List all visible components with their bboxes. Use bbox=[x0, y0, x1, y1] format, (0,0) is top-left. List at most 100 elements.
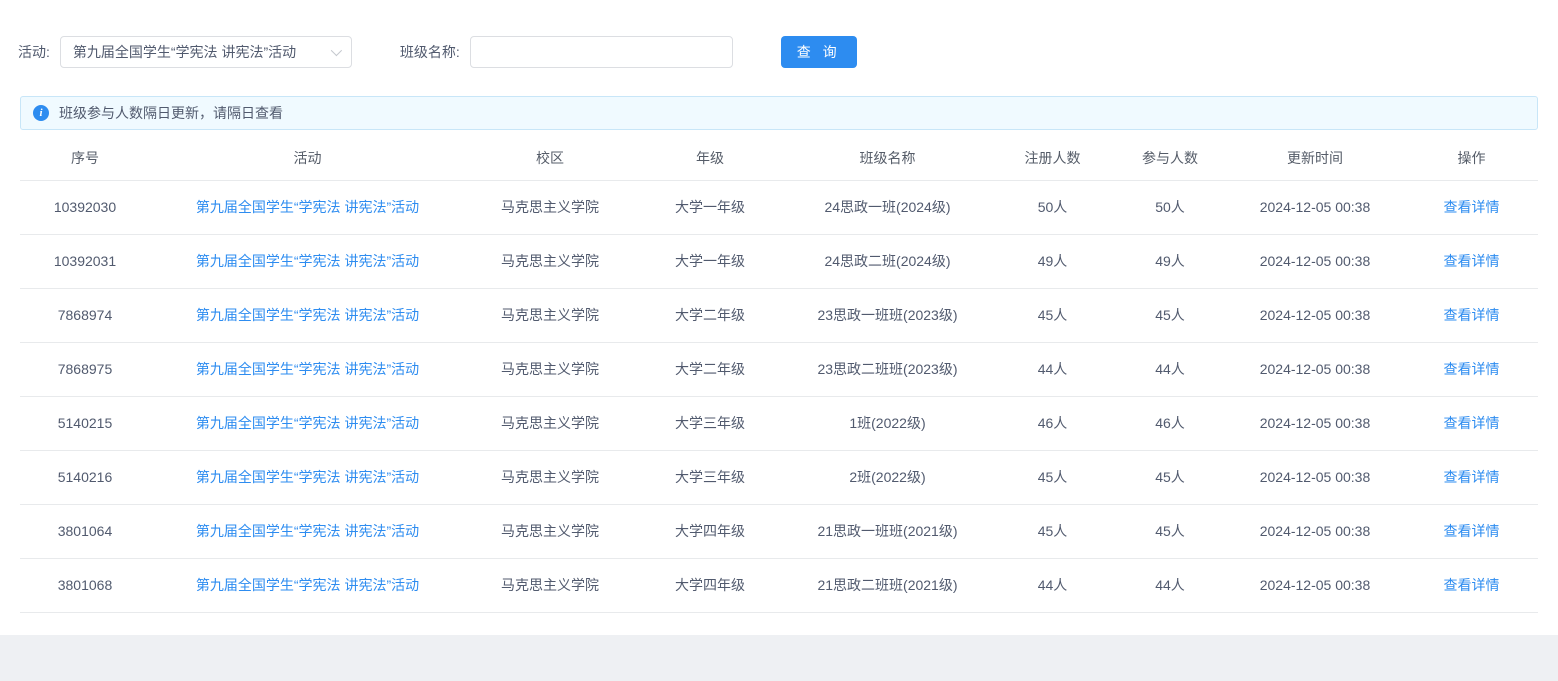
class-name-label: 班级名称: bbox=[400, 42, 460, 62]
view-details-link[interactable]: 查看详情 bbox=[1444, 307, 1500, 323]
view-details-link[interactable]: 查看详情 bbox=[1444, 199, 1500, 215]
page-background bbox=[0, 635, 1558, 681]
cell-registered: 44人 bbox=[990, 558, 1115, 612]
cell-update-time: 2024-12-05 00:38 bbox=[1225, 450, 1405, 504]
cell-grade: 大学四年级 bbox=[635, 558, 785, 612]
cell-update-time: 2024-12-05 00:38 bbox=[1225, 396, 1405, 450]
class-name-input[interactable] bbox=[470, 36, 733, 68]
col-actions: 操作 bbox=[1405, 136, 1538, 180]
view-details-link[interactable]: 查看详情 bbox=[1444, 523, 1500, 539]
cell-participated: 50人 bbox=[1115, 180, 1225, 234]
cell-action: 查看详情 bbox=[1405, 504, 1538, 558]
cell-update-time: 2024-12-05 00:38 bbox=[1225, 558, 1405, 612]
cell-campus: 马克思主义学院 bbox=[465, 234, 635, 288]
query-button[interactable]: 查 询 bbox=[781, 36, 857, 68]
table-row: 7868975 第九届全国学生“学宪法 讲宪法”活动 马克思主义学院大学二年级23思… bbox=[20, 342, 1538, 396]
view-details-link[interactable]: 查看详情 bbox=[1444, 577, 1500, 593]
col-registered: 注册人数 bbox=[990, 136, 1115, 180]
cell-class-name: 21思政一班班(2021级) bbox=[785, 504, 990, 558]
table-row: 7868974第九届全国学生“学宪法 讲宪法”活动马克思主义学院大学二年级23思… bbox=[20, 288, 1538, 342]
cell-registered: 50人 bbox=[990, 180, 1115, 234]
cell-grade: 大学四年级 bbox=[635, 504, 785, 558]
table-bottom-spacer bbox=[0, 613, 1558, 635]
activity-link[interactable]: 第九届全国学生“学宪法 讲宪法”活动 bbox=[196, 361, 419, 377]
cell-update-time: 2024-12-05 00:38 bbox=[1225, 504, 1405, 558]
cell-action: 查看详情 bbox=[1405, 234, 1538, 288]
cell-grade: 大学二年级 bbox=[635, 342, 785, 396]
cell-registered: 46人 bbox=[990, 396, 1115, 450]
cell-activity: 第九届全国学生“学宪法 讲宪法”活动 bbox=[150, 234, 465, 288]
cell-activity: 第九届全国学生“学宪法 讲宪法”活动 bbox=[150, 396, 465, 450]
cell-registered: 44人 bbox=[990, 342, 1115, 396]
col-participated: 参与人数 bbox=[1115, 136, 1225, 180]
chevron-down-icon bbox=[331, 45, 342, 56]
cell-action: 查看详情 bbox=[1405, 558, 1538, 612]
activity-link[interactable]: 第九届全国学生“学宪法 讲宪法”活动 bbox=[196, 253, 419, 269]
cell-update-time: 2024-12-05 00:38 bbox=[1225, 288, 1405, 342]
cell-serial: 3801068 bbox=[20, 558, 150, 612]
cell-serial: 5140216 bbox=[20, 450, 150, 504]
cell-grade: 大学二年级 bbox=[635, 288, 785, 342]
cell-activity: 第九届全国学生“学宪法 讲宪法”活动 bbox=[150, 342, 465, 396]
view-details-link[interactable]: 查看详情 bbox=[1444, 361, 1500, 377]
classes-table: 序号 活动 校区 年级 班级名称 注册人数 参与人数 更新时间 操作 10392… bbox=[20, 136, 1538, 613]
cell-registered: 49人 bbox=[990, 234, 1115, 288]
col-serial: 序号 bbox=[20, 136, 150, 180]
cell-participated: 45人 bbox=[1115, 504, 1225, 558]
cell-participated: 46人 bbox=[1115, 396, 1225, 450]
cell-campus: 马克思主义学院 bbox=[465, 450, 635, 504]
cell-participated: 45人 bbox=[1115, 288, 1225, 342]
cell-class-name: 1班(2022级) bbox=[785, 396, 990, 450]
cell-serial: 10392031 bbox=[20, 234, 150, 288]
alert-banner: i 班级参与人数隔日更新，请隔日查看 bbox=[20, 96, 1538, 130]
activity-select-value: 第九届全国学生“学宪法 讲宪法”活动 bbox=[73, 42, 296, 62]
cell-activity: 第九届全国学生“学宪法 讲宪法”活动 bbox=[150, 288, 465, 342]
activity-link[interactable]: 第九届全国学生“学宪法 讲宪法”活动 bbox=[196, 469, 419, 485]
cell-action: 查看详情 bbox=[1405, 342, 1538, 396]
activity-link[interactable]: 第九届全国学生“学宪法 讲宪法”活动 bbox=[196, 199, 419, 215]
cell-serial: 10392030 bbox=[20, 180, 150, 234]
cell-action: 查看详情 bbox=[1405, 450, 1538, 504]
table-row: 10392031第九届全国学生“学宪法 讲宪法”活动马克思主义学院大学一年级24… bbox=[20, 234, 1538, 288]
view-details-link[interactable]: 查看详情 bbox=[1444, 415, 1500, 431]
filter-toolbar: 活动: 第九届全国学生“学宪法 讲宪法”活动 班级名称: 查 询 bbox=[0, 0, 1558, 82]
cell-activity: 第九届全国学生“学宪法 讲宪法”活动 bbox=[150, 180, 465, 234]
cell-action: 查看详情 bbox=[1405, 288, 1538, 342]
cell-grade: 大学三年级 bbox=[635, 450, 785, 504]
main-content: 活动: 第九届全国学生“学宪法 讲宪法”活动 班级名称: 查 询 i 班级参与人… bbox=[0, 0, 1558, 635]
cell-campus: 马克思主义学院 bbox=[465, 180, 635, 234]
cell-serial: 5140215 bbox=[20, 396, 150, 450]
view-details-link[interactable]: 查看详情 bbox=[1444, 469, 1500, 485]
cell-class-name: 21思政二班班(2021级) bbox=[785, 558, 990, 612]
cell-campus: 马克思主义学院 bbox=[465, 558, 635, 612]
activity-select[interactable]: 第九届全国学生“学宪法 讲宪法”活动 bbox=[60, 36, 352, 68]
cell-registered: 45人 bbox=[990, 288, 1115, 342]
view-details-link[interactable]: 查看详情 bbox=[1444, 253, 1500, 269]
cell-class-name: 23思政二班班(2023级) bbox=[785, 342, 990, 396]
cell-participated: 49人 bbox=[1115, 234, 1225, 288]
col-class-name: 班级名称 bbox=[785, 136, 990, 180]
alert-text: 班级参与人数隔日更新，请隔日查看 bbox=[59, 103, 283, 123]
cell-registered: 45人 bbox=[990, 504, 1115, 558]
cell-participated: 45人 bbox=[1115, 450, 1225, 504]
cell-grade: 大学一年级 bbox=[635, 234, 785, 288]
table-row: 5140215第九届全国学生“学宪法 讲宪法”活动马克思主义学院大学三年级1班(… bbox=[20, 396, 1538, 450]
col-update-time: 更新时间 bbox=[1225, 136, 1405, 180]
cell-campus: 马克思主义学院 bbox=[465, 288, 635, 342]
cell-registered: 45人 bbox=[990, 450, 1115, 504]
activity-link[interactable]: 第九届全国学生“学宪法 讲宪法”活动 bbox=[196, 415, 419, 431]
activity-link[interactable]: 第九届全国学生“学宪法 讲宪法”活动 bbox=[196, 307, 419, 323]
cell-grade: 大学三年级 bbox=[635, 396, 785, 450]
cell-activity: 第九届全国学生“学宪法 讲宪法”活动 bbox=[150, 504, 465, 558]
activity-link[interactable]: 第九届全国学生“学宪法 讲宪法”活动 bbox=[196, 577, 419, 593]
activity-link[interactable]: 第九届全国学生“学宪法 讲宪法”活动 bbox=[196, 523, 419, 539]
cell-serial: 3801064 bbox=[20, 504, 150, 558]
cell-campus: 马克思主义学院 bbox=[465, 342, 635, 396]
cell-serial: 7868975 bbox=[20, 342, 150, 396]
cell-activity: 第九届全国学生“学宪法 讲宪法”活动 bbox=[150, 450, 465, 504]
cell-update-time: 2024-12-05 00:38 bbox=[1225, 180, 1405, 234]
cell-participated: 44人 bbox=[1115, 342, 1225, 396]
cell-class-name: 23思政一班班(2023级) bbox=[785, 288, 990, 342]
table-body: 10392030第九届全国学生“学宪法 讲宪法”活动马克思主义学院大学一年级24… bbox=[20, 180, 1538, 612]
cell-activity: 第九届全国学生“学宪法 讲宪法”活动 bbox=[150, 558, 465, 612]
